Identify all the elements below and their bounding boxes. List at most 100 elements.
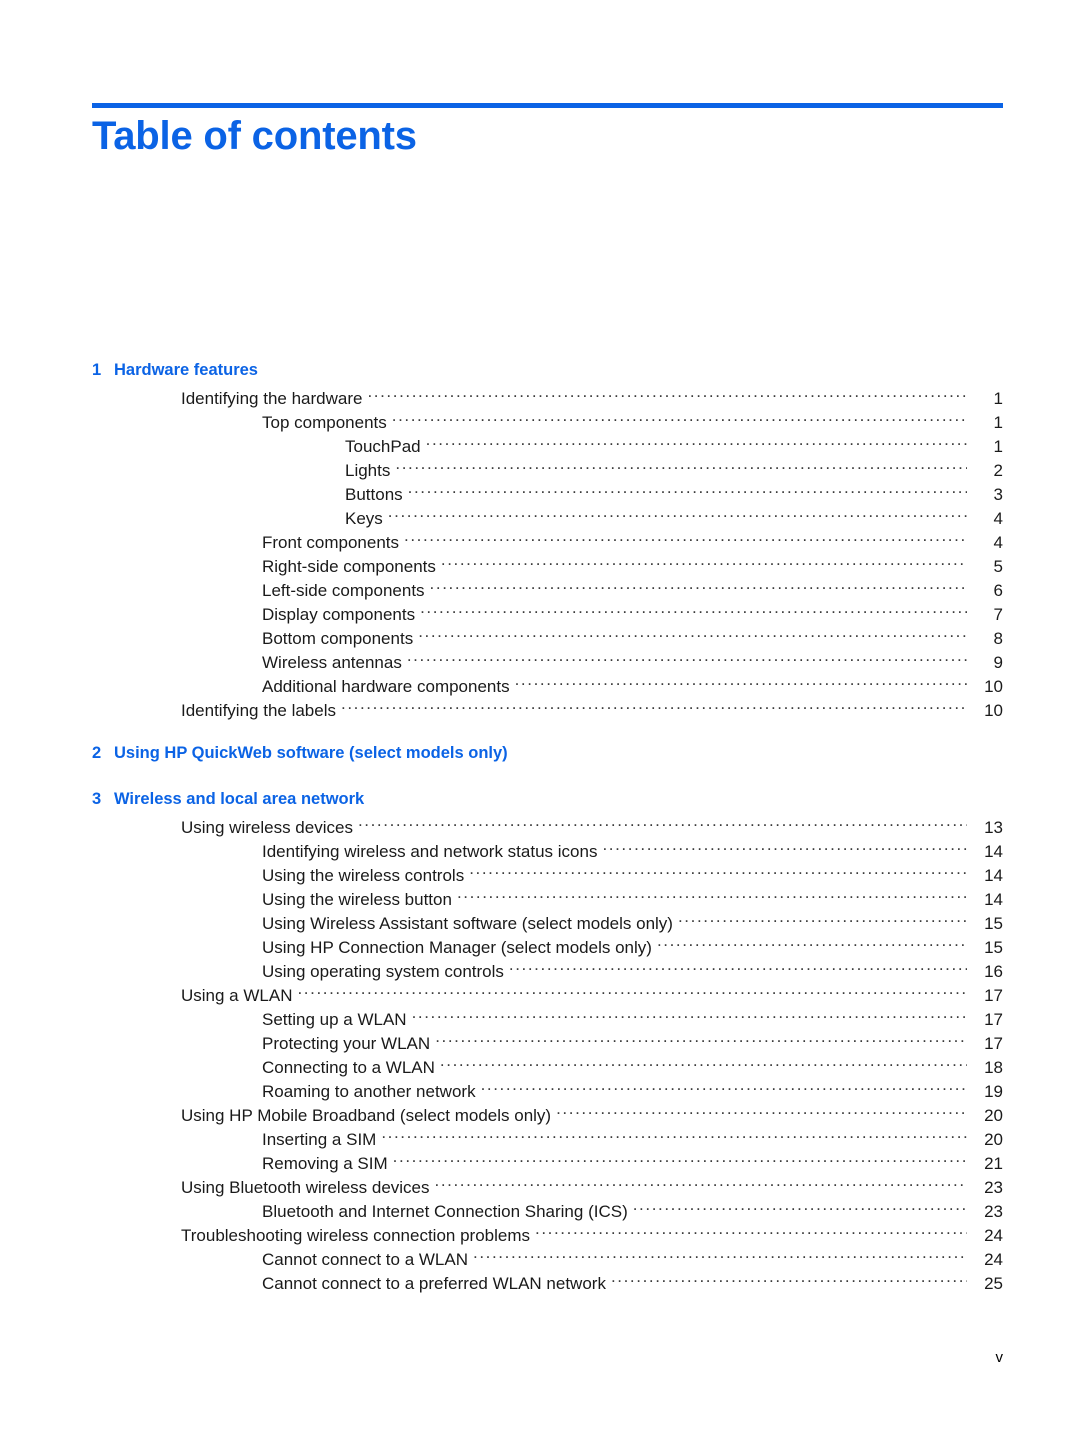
- toc-chapter: 1 Hardware features Identifying the hardwa…: [92, 362, 1003, 723]
- toc-entry[interactable]: Using the wireless controls 14: [92, 864, 1003, 888]
- toc-entry[interactable]: Identifying the labels 10: [92, 699, 1003, 723]
- toc-entry-page-number: 16: [984, 961, 1003, 981]
- toc-entry-label: Keys: [345, 508, 383, 528]
- toc-entry-page-number: 2: [993, 460, 1003, 480]
- toc-entry-page-number: 21: [984, 1153, 1003, 1173]
- toc-entry-label: Left-side components: [262, 580, 425, 600]
- toc-chapter-title: Wireless and local area network: [114, 790, 365, 808]
- toc-entry[interactable]: Bluetooth and Internet Connection Sharin…: [92, 1200, 1003, 1224]
- toc-entry[interactable]: Removing a SIM 21: [92, 1152, 1003, 1176]
- toc-entry[interactable]: Using the wireless button 14: [92, 888, 1003, 912]
- toc-entry-page-number: 1: [993, 388, 1003, 408]
- toc-entry-page-number: 20: [984, 1105, 1003, 1125]
- toc-chapter-heading[interactable]: 1 Hardware features: [92, 362, 1003, 387]
- toc-entry[interactable]: Roaming to another network 19: [92, 1080, 1003, 1104]
- toc-entry-page-number: 4: [993, 508, 1003, 528]
- toc-chapter-heading[interactable]: 3 Wireless and local area network: [92, 791, 1003, 816]
- toc-entry[interactable]: Left-side components 6: [92, 579, 1003, 603]
- toc-entry[interactable]: Bottom components 8: [92, 627, 1003, 651]
- toc-entry[interactable]: Using wireless devices 13: [92, 816, 1003, 840]
- toc-dot-leader: [469, 864, 967, 881]
- toc-entry[interactable]: Using HP Connection Manager (select mode…: [92, 936, 1003, 960]
- toc-entry-label: Additional hardware components: [262, 676, 510, 696]
- toc-entry-page-number: 23: [984, 1177, 1003, 1197]
- page-footer: v: [92, 1349, 1004, 1366]
- title-block: Table of contents: [92, 103, 1003, 159]
- toc-dot-leader: [426, 435, 967, 452]
- toc-entry-label: Troubleshooting wireless connection prob…: [181, 1225, 530, 1245]
- toc-entry[interactable]: Right-side components 5: [92, 555, 1003, 579]
- toc-dot-leader: [420, 603, 967, 620]
- toc-entry-page-number: 7: [993, 604, 1003, 624]
- toc-entry-page-number: 20: [984, 1129, 1003, 1149]
- toc-dot-leader: [440, 1056, 967, 1073]
- toc-dot-leader: [367, 387, 967, 404]
- toc-entry-label: Removing a SIM: [262, 1153, 388, 1173]
- toc-entry[interactable]: Cannot connect to a WLAN 24: [92, 1248, 1003, 1272]
- toc-entry-page-number: 4: [993, 532, 1003, 552]
- toc-entry[interactable]: Lights 2: [92, 459, 1003, 483]
- toc-entry[interactable]: Troubleshooting wireless connection prob…: [92, 1224, 1003, 1248]
- toc-dot-leader: [602, 840, 967, 857]
- toc-entry[interactable]: Front components 4: [92, 531, 1003, 555]
- toc-entry-page-number: 3: [993, 484, 1003, 504]
- toc-chapter-number: 2: [92, 743, 102, 762]
- toc-entry-page-number: 14: [984, 865, 1003, 885]
- title-divider-rule: [92, 103, 1003, 108]
- toc-entry[interactable]: Protecting your WLAN 17: [92, 1032, 1003, 1056]
- toc-dot-leader: [509, 960, 967, 977]
- toc-dot-leader: [408, 483, 967, 500]
- toc-entry[interactable]: Display components 7: [92, 603, 1003, 627]
- toc-dot-leader: [393, 1152, 967, 1169]
- toc-entry-page-number: 17: [984, 1033, 1003, 1053]
- toc-entry[interactable]: Inserting a SIM 20: [92, 1128, 1003, 1152]
- toc-entry[interactable]: Using HP Mobile Broadband (select models…: [92, 1104, 1003, 1128]
- toc-entry-label: Identifying the hardware: [181, 388, 363, 408]
- toc-dot-leader: [388, 507, 967, 524]
- toc-entry[interactable]: Using Bluetooth wireless devices 23: [92, 1176, 1003, 1200]
- page-title: Table of contents: [92, 114, 417, 158]
- toc-entry-page-number: 9: [993, 652, 1003, 672]
- toc-dot-leader: [407, 651, 967, 668]
- toc-entry-label: Top components: [262, 412, 387, 432]
- toc-chapter-number: 3: [92, 790, 102, 808]
- toc-chapter-number: 1: [92, 361, 102, 379]
- toc-dot-leader: [412, 1008, 967, 1025]
- toc-entry[interactable]: Identifying the hardware 1: [92, 387, 1003, 411]
- toc-dot-leader: [457, 888, 967, 905]
- toc-entry-label: Cannot connect to a preferred WLAN netwo…: [262, 1273, 606, 1293]
- toc-entry-label: Identifying wireless and network status …: [262, 841, 598, 861]
- toc-entry-page-number: 15: [984, 937, 1003, 957]
- toc-entry-label: Identifying the labels: [181, 700, 336, 720]
- toc-entry[interactable]: Top components 1: [92, 411, 1003, 435]
- toc-dot-leader: [297, 984, 967, 1001]
- document-page: Table of contents 1 Hardware features Iden…: [0, 0, 1080, 1437]
- toc-entry-label: Setting up a WLAN: [262, 1009, 407, 1029]
- toc-dot-leader: [515, 675, 967, 692]
- toc-entry-label: Using a WLAN: [181, 985, 293, 1005]
- toc-entry[interactable]: Keys 4: [92, 507, 1003, 531]
- toc-entry[interactable]: Additional hardware components 10: [92, 675, 1003, 699]
- toc-dot-leader: [358, 816, 967, 833]
- toc-entry[interactable]: Buttons 3: [92, 483, 1003, 507]
- toc-chapter-heading[interactable]: 2 Using HP QuickWeb software (select mode…: [92, 743, 1003, 770]
- toc-entry-page-number: 8: [993, 628, 1003, 648]
- toc-entry[interactable]: Identifying wireless and network status …: [92, 840, 1003, 864]
- toc-entry-label: Connecting to a WLAN: [262, 1057, 435, 1077]
- toc-entry[interactable]: Connecting to a WLAN 18: [92, 1056, 1003, 1080]
- toc-entry[interactable]: Using a WLAN 17: [92, 984, 1003, 1008]
- toc-dot-leader: [381, 1128, 967, 1145]
- toc-entry[interactable]: Using operating system controls 16: [92, 960, 1003, 984]
- toc-entry[interactable]: TouchPad 1: [92, 435, 1003, 459]
- toc-entry-page-number: 6: [993, 580, 1003, 600]
- toc-entry[interactable]: Using Wireless Assistant software (selec…: [92, 912, 1003, 936]
- toc-entry-page-number: 17: [984, 1009, 1003, 1029]
- toc-entry[interactable]: Cannot connect to a preferred WLAN netwo…: [92, 1272, 1003, 1296]
- toc-entry[interactable]: Wireless antennas 9: [92, 651, 1003, 675]
- toc-entry-page-number: 23: [984, 1201, 1003, 1221]
- toc-entry-label: Bottom components: [262, 628, 414, 648]
- toc-entry-label: Right-side components: [262, 556, 436, 576]
- toc-chapter-title: Hardware features: [114, 361, 258, 379]
- toc-entry[interactable]: Setting up a WLAN 17: [92, 1008, 1003, 1032]
- toc-entry-label: TouchPad: [345, 436, 421, 456]
